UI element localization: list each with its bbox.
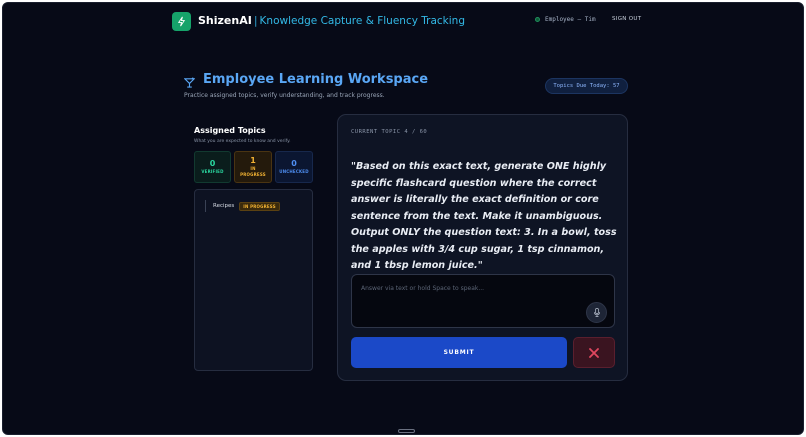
flashcard-panel: CURRENT TOPIC 4 / 60 "Based on this exac…: [337, 114, 628, 381]
in-progress-count: 1: [250, 156, 256, 165]
sparkle-icon[interactable]: [172, 12, 191, 31]
question-text: "Based on this exact text, generate ONE …: [351, 161, 617, 271]
cocktail-icon: [183, 73, 196, 92]
assigned-topics-subheading: What you are expected to know and verify…: [194, 139, 291, 144]
status-badge: IN PROGRESS: [239, 201, 280, 211]
in-progress-label-2: PROGRESS: [240, 172, 266, 177]
app-window: ShizenAI | Knowledge Capture & Fluency Tra…: [2, 2, 804, 435]
sign-out-button[interactable]: SIGN OUT: [612, 16, 641, 22]
topic-name: Recipes: [213, 203, 235, 209]
answer-field-container: [351, 274, 615, 328]
in-progress-stat: 1 IN PROGRESS: [234, 151, 272, 183]
unchecked-stat: 0 UNCHECKED: [275, 151, 313, 183]
close-icon: [589, 347, 599, 358]
page-subtitle: Practice assigned topics, verify underst…: [184, 92, 385, 99]
online-status-icon: [535, 17, 540, 22]
assigned-topics-heading: Assigned Topics: [194, 126, 266, 135]
microphone-icon: [593, 308, 600, 317]
user-label: Employee — Tim: [545, 16, 596, 23]
verified-count: 0: [209, 159, 216, 168]
user-indicator: Employee — Tim: [535, 16, 596, 23]
unchecked-count: 0: [291, 159, 297, 168]
verified-stat: 0 VERIFIED: [194, 151, 231, 183]
brand-tagline: Knowledge Capture & Fluency Tracking: [259, 15, 465, 27]
topics-due-badge: Topics Due Today: 57: [545, 78, 628, 94]
list-item[interactable]: Recipes IN PROGRESS: [205, 200, 280, 212]
current-topic-label: CURRENT TOPIC 4 / 60: [351, 129, 428, 135]
brand-name: ShizenAI: [198, 14, 252, 27]
page-title: Employee Learning Workspace: [203, 72, 429, 87]
brand-separator: |: [253, 14, 258, 27]
microphone-button[interactable]: [586, 302, 607, 323]
app-brand[interactable]: ShizenAI | Knowledge Capture & Fluency Tra…: [198, 14, 465, 27]
dismiss-button[interactable]: [573, 337, 615, 368]
scroll-handle[interactable]: [398, 429, 415, 433]
topic-list: Recipes IN PROGRESS: [194, 189, 313, 371]
unchecked-label: UNCHECKED: [279, 169, 309, 174]
submit-button[interactable]: SUBMIT: [351, 337, 567, 368]
verified-label: VERIFIED: [201, 169, 224, 174]
answer-input[interactable]: [352, 275, 614, 327]
